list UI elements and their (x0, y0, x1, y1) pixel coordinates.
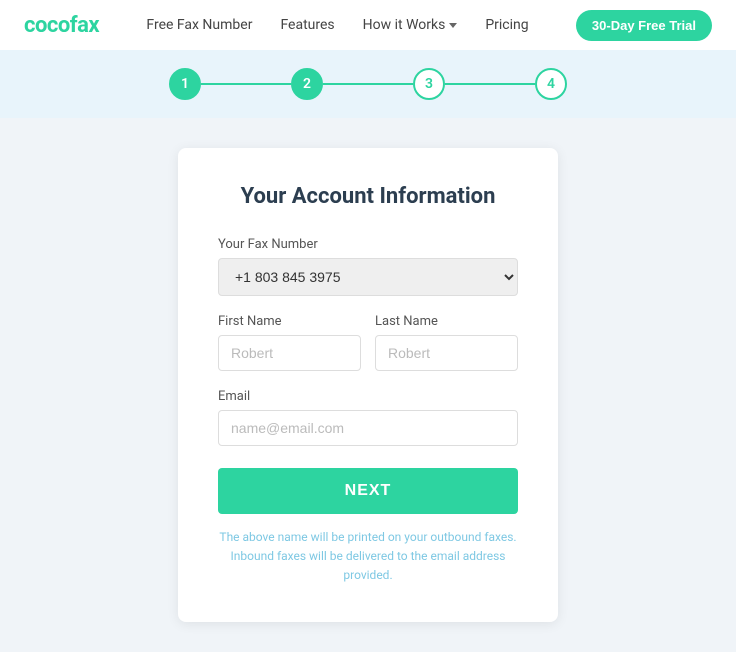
next-button[interactable]: NEXT (218, 468, 518, 514)
email-group: Email (218, 389, 518, 446)
disclaimer-line2: Inbound faxes will be delivered to the e… (231, 549, 506, 582)
email-label: Email (218, 389, 518, 404)
logo: cocofax (24, 13, 99, 38)
step-2: 2 (291, 68, 323, 100)
first-name-group: First Name (218, 314, 361, 371)
progress-bar: 1 2 3 4 (0, 50, 736, 118)
step-line-2 (323, 83, 413, 85)
step-line-1 (201, 83, 291, 85)
fax-number-label: Your Fax Number (218, 237, 518, 252)
account-info-card: Your Account Information Your Fax Number… (178, 148, 558, 622)
step-4: 4 (535, 68, 567, 100)
trial-button[interactable]: 30-Day Free Trial (576, 10, 712, 41)
first-name-label: First Name (218, 314, 361, 329)
first-name-input[interactable] (218, 335, 361, 371)
last-name-label: Last Name (375, 314, 518, 329)
nav-pricing[interactable]: Pricing (485, 17, 528, 33)
progress-steps: 1 2 3 4 (169, 68, 567, 100)
name-row: First Name Last Name (218, 314, 518, 371)
disclaimer: The above name will be printed on your o… (218, 528, 518, 586)
last-name-input[interactable] (375, 335, 518, 371)
step-line-3 (445, 83, 535, 85)
nav-features[interactable]: Features (280, 17, 334, 33)
main-nav: Free Fax Number Features How it Works Pr… (146, 17, 528, 33)
main-content: Your Account Information Your Fax Number… (0, 118, 736, 652)
chevron-down-icon (449, 23, 457, 28)
card-title: Your Account Information (218, 184, 518, 209)
nav-free-fax-number[interactable]: Free Fax Number (146, 17, 252, 33)
fax-number-group: Your Fax Number +1 803 845 3975 (218, 237, 518, 296)
email-input[interactable] (218, 410, 518, 446)
step-1: 1 (169, 68, 201, 100)
step-3: 3 (413, 68, 445, 100)
disclaimer-line1: The above name will be printed on your o… (219, 530, 516, 544)
last-name-group: Last Name (375, 314, 518, 371)
nav-how-it-works[interactable]: How it Works (363, 17, 458, 33)
fax-number-select[interactable]: +1 803 845 3975 (218, 258, 518, 296)
nav-how-it-works-label: How it Works (363, 17, 446, 33)
